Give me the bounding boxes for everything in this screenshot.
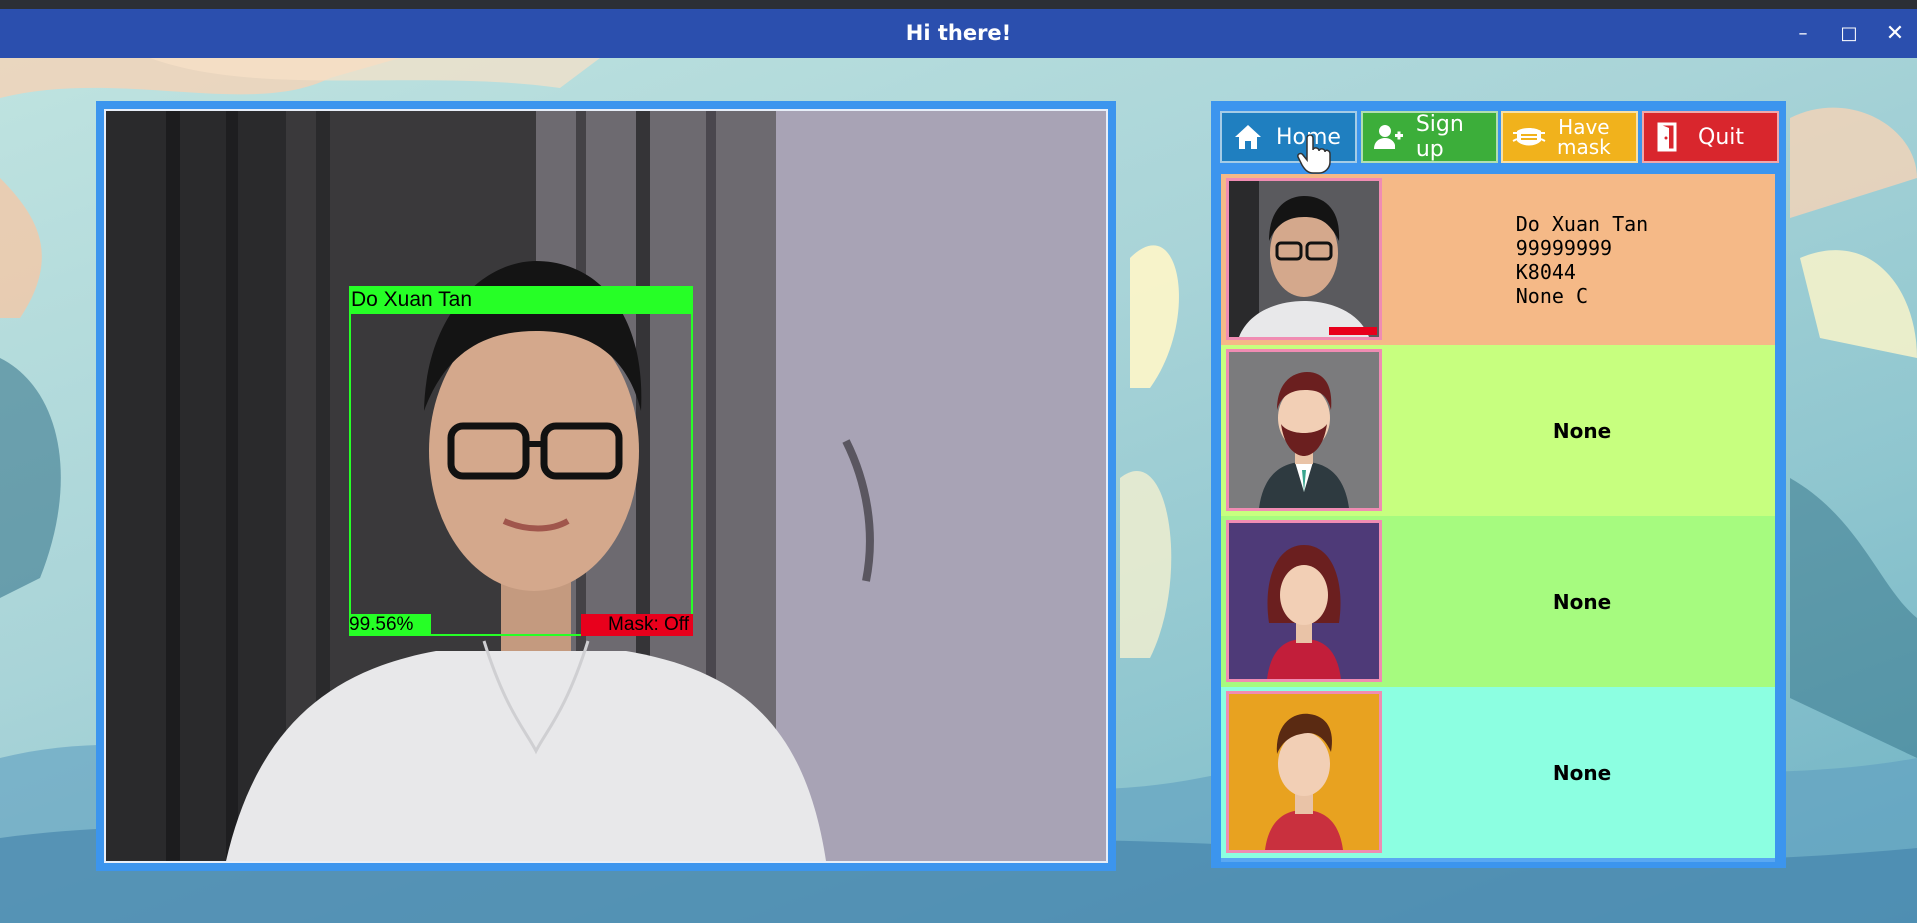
record-info: None: [1389, 687, 1775, 858]
detected-name-label: Do Xuan Tan: [349, 286, 693, 314]
close-button[interactable]: ✕: [1882, 21, 1908, 47]
record-info: None: [1389, 345, 1775, 516]
record-name: Do Xuan Tan: [1515, 211, 1649, 236]
title-bar[interactable]: Hi there! – □ ✕: [0, 9, 1917, 58]
record-class: K8044: [1515, 259, 1576, 284]
list-item[interactable]: None: [1221, 687, 1775, 858]
window-title: Hi there!: [905, 21, 1012, 45]
record-empty-label: None: [1552, 760, 1612, 785]
record-empty-label: None: [1552, 589, 1612, 614]
captured-face-thumbnail: [1226, 178, 1382, 340]
minimize-button[interactable]: –: [1790, 21, 1816, 47]
hand-cursor-icon: [1297, 134, 1331, 178]
top-strip: [0, 0, 1917, 9]
sign-up-button[interactable]: Sign up: [1361, 111, 1498, 163]
list-item[interactable]: None: [1221, 345, 1775, 516]
record-id: 99999999: [1515, 235, 1613, 260]
mask-status-label: Mask: Off: [581, 614, 693, 636]
records-panel: Home Sign up Have mask Quit: [1211, 101, 1786, 868]
record-info: None: [1389, 516, 1775, 687]
add-user-icon: [1371, 119, 1406, 155]
list-item[interactable]: None: [1221, 516, 1775, 687]
have-mask-button[interactable]: Have mask: [1501, 111, 1638, 163]
exit-door-icon: [1652, 119, 1688, 155]
woman-avatar-icon: [1226, 520, 1382, 682]
sign-up-button-label: Sign up: [1415, 112, 1464, 162]
records-list: Do Xuan Tan 99999999 K8044 None C None N…: [1221, 174, 1775, 862]
list-item[interactable]: Do Xuan Tan 99999999 K8044 None C: [1221, 174, 1775, 345]
record-info: Do Xuan Tan 99999999 K8044 None C: [1389, 174, 1775, 345]
face-mask-icon: [1511, 119, 1547, 155]
have-mask-button-label: Have mask: [1557, 117, 1611, 157]
camera-feed: Do Xuan Tan 99.56% Mask: Off: [104, 109, 1108, 863]
young-man-avatar-icon: [1226, 691, 1382, 853]
home-button[interactable]: Home: [1220, 111, 1357, 163]
have-mask-label-line2: mask: [1557, 135, 1611, 159]
quit-button[interactable]: Quit: [1642, 111, 1779, 163]
quit-button-label: Quit: [1698, 124, 1744, 150]
camera-panel: Do Xuan Tan 99.56% Mask: Off: [96, 101, 1116, 871]
man-beard-avatar-icon: [1226, 349, 1382, 511]
record-extra: None C: [1515, 283, 1589, 308]
home-icon: [1230, 119, 1266, 155]
detection-box: [349, 286, 693, 636]
confidence-score-label: 99.56%: [349, 614, 431, 636]
maximize-button[interactable]: □: [1836, 21, 1862, 47]
record-empty-label: None: [1552, 418, 1612, 443]
